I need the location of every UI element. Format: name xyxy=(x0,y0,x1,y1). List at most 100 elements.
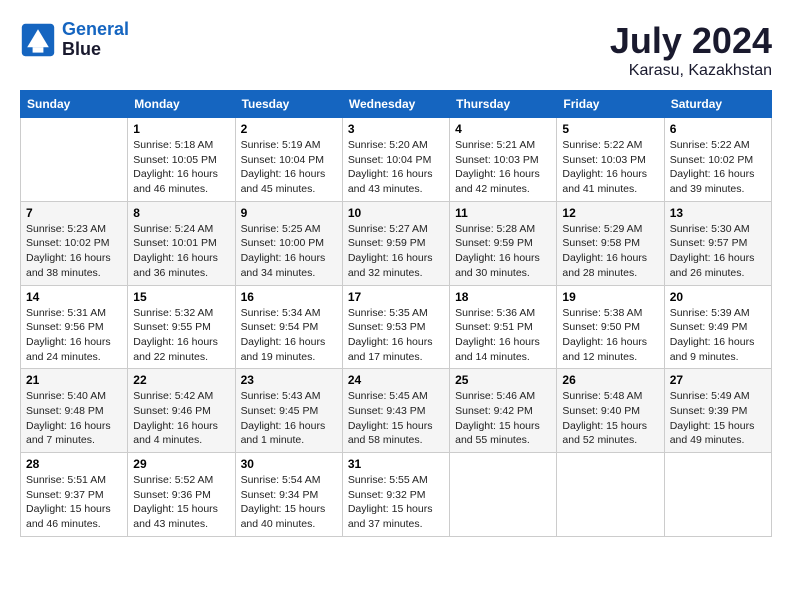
day-cell: 13 Sunrise: 5:30 AM Sunset: 9:57 PM Dayli… xyxy=(664,201,771,285)
day-number: 30 xyxy=(241,457,337,471)
week-row-2: 7Sunrise: 5:23 AM Sunset: 10:02 PM Dayli… xyxy=(21,201,772,285)
day-cell: 21Sunrise: 5:40 AM Sunset: 9:48 PM Dayli… xyxy=(21,369,128,453)
day-info: Sunrise: 5:36 AM Sunset: 9:51 PM Dayligh… xyxy=(455,306,551,365)
location-subtitle: Karasu, Kazakhstan xyxy=(610,62,772,80)
day-info: Sunrise: 5:55 AM Sunset: 9:32 PM Dayligh… xyxy=(348,473,444,532)
day-number: 12 xyxy=(562,206,658,220)
page-header: General Blue July 2024 Karasu, Kazakhsta… xyxy=(20,20,772,80)
day-cell xyxy=(557,453,664,537)
day-info: Sunrise: 5:34 AM Sunset: 9:54 PM Dayligh… xyxy=(241,306,337,365)
day-info: Sunrise: 5:29 AM Sunset: 9:58 PM Dayligh… xyxy=(562,222,658,281)
day-number: 31 xyxy=(348,457,444,471)
day-info: Sunrise: 5:25 AM Sunset: 10:00 PM Daylig… xyxy=(241,222,337,281)
day-info: Sunrise: 5:22 AM Sunset: 10:02 PM Daylig… xyxy=(670,138,766,197)
day-cell: 30 Sunrise: 5:54 AM Sunset: 9:34 PM Dayli… xyxy=(235,453,342,537)
day-info: Sunrise: 5:52 AM Sunset: 9:36 PM Dayligh… xyxy=(133,473,229,532)
day-cell: 28Sunrise: 5:51 AM Sunset: 9:37 PM Dayli… xyxy=(21,453,128,537)
day-cell: 24Sunrise: 5:45 AM Sunset: 9:43 PM Dayli… xyxy=(342,369,449,453)
day-info: Sunrise: 5:54 AM Sunset: 9:34 PM Dayligh… xyxy=(241,473,337,532)
day-number: 9 xyxy=(241,206,337,220)
day-number: 23 xyxy=(241,373,337,387)
day-cell: 14Sunrise: 5:31 AM Sunset: 9:56 PM Dayli… xyxy=(21,285,128,369)
day-cell: 29 Sunrise: 5:52 AM Sunset: 9:36 PM Dayli… xyxy=(128,453,235,537)
day-number: 24 xyxy=(348,373,444,387)
day-cell: 22 Sunrise: 5:42 AM Sunset: 9:46 PM Dayli… xyxy=(128,369,235,453)
day-cell: 5 Sunrise: 5:22 AM Sunset: 10:03 PM Dayli… xyxy=(557,118,664,202)
day-number: 19 xyxy=(562,290,658,304)
day-info: Sunrise: 5:23 AM Sunset: 10:02 PM Daylig… xyxy=(26,222,122,281)
day-number: 11 xyxy=(455,206,551,220)
day-info: Sunrise: 5:51 AM Sunset: 9:37 PM Dayligh… xyxy=(26,473,122,532)
day-info: Sunrise: 5:46 AM Sunset: 9:42 PM Dayligh… xyxy=(455,389,551,448)
day-cell: 15Sunrise: 5:32 AM Sunset: 9:55 PM Dayli… xyxy=(128,285,235,369)
logo-text: General Blue xyxy=(62,20,129,60)
day-info: Sunrise: 5:22 AM Sunset: 10:03 PM Daylig… xyxy=(562,138,658,197)
day-info: Sunrise: 5:35 AM Sunset: 9:53 PM Dayligh… xyxy=(348,306,444,365)
day-info: Sunrise: 5:20 AM Sunset: 10:04 PM Daylig… xyxy=(348,138,444,197)
day-cell: 31 Sunrise: 5:55 AM Sunset: 9:32 PM Dayli… xyxy=(342,453,449,537)
day-info: Sunrise: 5:31 AM Sunset: 9:56 PM Dayligh… xyxy=(26,306,122,365)
month-year-title: July 2024 xyxy=(610,20,772,62)
day-cell: 9 Sunrise: 5:25 AM Sunset: 10:00 PM Dayli… xyxy=(235,201,342,285)
title-area: July 2024 Karasu, Kazakhstan xyxy=(610,20,772,80)
day-info: Sunrise: 5:38 AM Sunset: 9:50 PM Dayligh… xyxy=(562,306,658,365)
day-number: 25 xyxy=(455,373,551,387)
day-cell: 6 Sunrise: 5:22 AM Sunset: 10:02 PM Dayli… xyxy=(664,118,771,202)
day-number: 2 xyxy=(241,122,337,136)
day-info: Sunrise: 5:42 AM Sunset: 9:46 PM Dayligh… xyxy=(133,389,229,448)
column-header-tuesday: Tuesday xyxy=(235,91,342,118)
day-cell: 3 Sunrise: 5:20 AM Sunset: 10:04 PM Dayli… xyxy=(342,118,449,202)
day-number: 8 xyxy=(133,206,229,220)
day-number: 3 xyxy=(348,122,444,136)
day-info: Sunrise: 5:24 AM Sunset: 10:01 PM Daylig… xyxy=(133,222,229,281)
day-info: Sunrise: 5:19 AM Sunset: 10:04 PM Daylig… xyxy=(241,138,337,197)
column-header-saturday: Saturday xyxy=(664,91,771,118)
week-row-4: 21Sunrise: 5:40 AM Sunset: 9:48 PM Dayli… xyxy=(21,369,772,453)
day-number: 5 xyxy=(562,122,658,136)
day-cell: 7Sunrise: 5:23 AM Sunset: 10:02 PM Dayli… xyxy=(21,201,128,285)
week-row-3: 14Sunrise: 5:31 AM Sunset: 9:56 PM Dayli… xyxy=(21,285,772,369)
calendar-table: SundayMondayTuesdayWednesdayThursdayFrid… xyxy=(20,90,772,537)
week-row-5: 28Sunrise: 5:51 AM Sunset: 9:37 PM Dayli… xyxy=(21,453,772,537)
day-cell: 2 Sunrise: 5:19 AM Sunset: 10:04 PM Dayli… xyxy=(235,118,342,202)
day-cell: 12 Sunrise: 5:29 AM Sunset: 9:58 PM Dayli… xyxy=(557,201,664,285)
day-number: 13 xyxy=(670,206,766,220)
day-info: Sunrise: 5:48 AM Sunset: 9:40 PM Dayligh… xyxy=(562,389,658,448)
day-info: Sunrise: 5:18 AM Sunset: 10:05 PM Daylig… xyxy=(133,138,229,197)
day-info: Sunrise: 5:30 AM Sunset: 9:57 PM Dayligh… xyxy=(670,222,766,281)
column-header-friday: Friday xyxy=(557,91,664,118)
week-row-1: 1 Sunrise: 5:18 AM Sunset: 10:05 PM Dayli… xyxy=(21,118,772,202)
day-cell: 11Sunrise: 5:28 AM Sunset: 9:59 PM Dayli… xyxy=(450,201,557,285)
day-cell xyxy=(450,453,557,537)
day-cell xyxy=(664,453,771,537)
logo-icon xyxy=(20,22,56,58)
day-number: 6 xyxy=(670,122,766,136)
day-number: 21 xyxy=(26,373,122,387)
day-cell: 26Sunrise: 5:48 AM Sunset: 9:40 PM Dayli… xyxy=(557,369,664,453)
day-number: 18 xyxy=(455,290,551,304)
day-number: 16 xyxy=(241,290,337,304)
header-row: SundayMondayTuesdayWednesdayThursdayFrid… xyxy=(21,91,772,118)
day-cell: 23 Sunrise: 5:43 AM Sunset: 9:45 PM Dayli… xyxy=(235,369,342,453)
day-cell: 4Sunrise: 5:21 AM Sunset: 10:03 PM Dayli… xyxy=(450,118,557,202)
day-cell: 10 Sunrise: 5:27 AM Sunset: 9:59 PM Dayli… xyxy=(342,201,449,285)
day-number: 22 xyxy=(133,373,229,387)
day-info: Sunrise: 5:43 AM Sunset: 9:45 PM Dayligh… xyxy=(241,389,337,448)
day-cell: 20Sunrise: 5:39 AM Sunset: 9:49 PM Dayli… xyxy=(664,285,771,369)
day-cell xyxy=(21,118,128,202)
day-number: 27 xyxy=(670,373,766,387)
day-info: Sunrise: 5:27 AM Sunset: 9:59 PM Dayligh… xyxy=(348,222,444,281)
day-cell: 18 Sunrise: 5:36 AM Sunset: 9:51 PM Dayli… xyxy=(450,285,557,369)
day-info: Sunrise: 5:39 AM Sunset: 9:49 PM Dayligh… xyxy=(670,306,766,365)
day-cell: 16 Sunrise: 5:34 AM Sunset: 9:54 PM Dayli… xyxy=(235,285,342,369)
column-header-wednesday: Wednesday xyxy=(342,91,449,118)
day-cell: 8 Sunrise: 5:24 AM Sunset: 10:01 PM Dayli… xyxy=(128,201,235,285)
day-number: 1 xyxy=(133,122,229,136)
day-cell: 25 Sunrise: 5:46 AM Sunset: 9:42 PM Dayli… xyxy=(450,369,557,453)
day-number: 29 xyxy=(133,457,229,471)
day-cell: 17Sunrise: 5:35 AM Sunset: 9:53 PM Dayli… xyxy=(342,285,449,369)
day-number: 10 xyxy=(348,206,444,220)
day-number: 4 xyxy=(455,122,551,136)
day-info: Sunrise: 5:49 AM Sunset: 9:39 PM Dayligh… xyxy=(670,389,766,448)
column-header-sunday: Sunday xyxy=(21,91,128,118)
